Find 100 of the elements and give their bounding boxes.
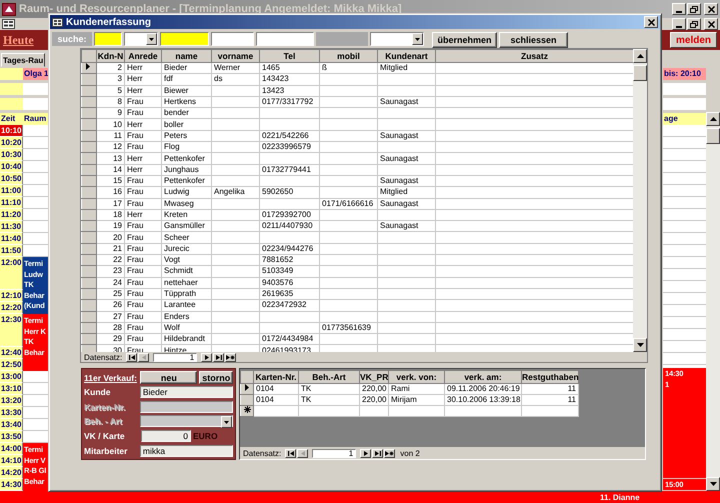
close-dialog-button[interactable]: schliessen xyxy=(499,32,568,48)
first-record-button[interactable] xyxy=(126,352,138,362)
restore-button[interactable] xyxy=(687,3,701,15)
new-record-button[interactable] xyxy=(225,352,236,362)
scroll-up-button[interactable] xyxy=(706,112,720,126)
table-cell: 01729392700 xyxy=(260,209,320,221)
minimize-button[interactable] xyxy=(672,18,686,30)
header-cell: bis: 20:10 xyxy=(663,68,706,80)
new-row-icon xyxy=(244,406,251,413)
close-button[interactable] xyxy=(704,18,718,30)
appointment-block[interactable]: 11. Dianne xyxy=(0,491,720,503)
header-cell xyxy=(0,83,23,95)
row-selector[interactable] xyxy=(82,62,96,74)
input-field[interactable] xyxy=(211,32,254,46)
last-record-button[interactable] xyxy=(213,352,224,362)
input-field[interactable]: 0 xyxy=(141,430,191,442)
close-icon xyxy=(648,18,654,26)
input-field[interactable]: mikka xyxy=(140,444,233,457)
record-number-field[interactable]: 1 xyxy=(153,352,198,362)
scrollbar-thumb[interactable] xyxy=(706,128,720,144)
input-field[interactable] xyxy=(160,32,209,46)
record-number-field[interactable]: 1 xyxy=(312,448,356,458)
table-cell xyxy=(320,277,378,288)
close-icon xyxy=(708,20,714,28)
table-cell: 02234/944276 xyxy=(260,243,320,255)
tab[interactable]: Tages-Rau xyxy=(1,53,46,67)
column-header[interactable]: Restguthaben xyxy=(522,370,578,384)
scrollbar[interactable] xyxy=(633,49,647,352)
input-field[interactable] xyxy=(256,32,314,46)
table-cell xyxy=(320,311,378,322)
table-cell: 0223472932 xyxy=(260,300,320,312)
next-record-button[interactable] xyxy=(201,352,212,362)
field-label: Karten-Nr. xyxy=(84,402,126,412)
scrollbar-thumb[interactable] xyxy=(633,65,647,81)
column-header[interactable]: vorname xyxy=(212,50,260,62)
table-cell xyxy=(260,198,320,210)
scroll-down-button[interactable] xyxy=(706,477,720,491)
next-record-button[interactable] xyxy=(360,448,372,458)
column-header[interactable]: Beh.-Art xyxy=(298,370,360,384)
apply-button[interactable]: übernehmen xyxy=(432,32,497,48)
column-header[interactable]: verk. von: xyxy=(388,370,444,384)
previous-record-button[interactable] xyxy=(297,448,308,458)
table-cell xyxy=(320,85,378,96)
last-record-icon xyxy=(374,450,381,456)
time-label: 12:10 xyxy=(0,290,23,302)
header-cell xyxy=(23,98,48,110)
previous-record-button[interactable] xyxy=(138,352,150,362)
column-header[interactable]: mobil xyxy=(320,50,378,62)
restore-button[interactable] xyxy=(687,18,701,30)
input-field[interactable] xyxy=(316,32,368,46)
time-label: 13:00 xyxy=(0,371,23,383)
row-selector[interactable] xyxy=(240,406,254,416)
column-header[interactable]: Tel xyxy=(260,50,320,62)
time-label: 14:00 xyxy=(0,443,23,455)
new-button[interactable]: neu xyxy=(140,371,198,384)
dropdown-button[interactable] xyxy=(412,33,423,45)
column-header[interactable]: name xyxy=(162,50,212,62)
new-record-button[interactable] xyxy=(384,448,396,458)
table-cell: 7881652 xyxy=(260,254,320,266)
last-record-button[interactable] xyxy=(372,448,384,458)
dropdown-arrow-icon xyxy=(149,38,154,40)
table-cell: Mitglied xyxy=(378,62,436,74)
first-record-icon xyxy=(288,450,294,456)
scrollbar[interactable] xyxy=(706,112,720,491)
table-cell xyxy=(320,334,378,345)
time-label: 11:40 xyxy=(0,233,23,245)
column-header[interactable]: VK_PR xyxy=(360,370,388,384)
sales-link[interactable]: 11er Verkauf: xyxy=(84,372,138,382)
column-header[interactable]: Kdn-N xyxy=(96,50,124,62)
header-cell: Raum xyxy=(23,113,48,125)
column-header[interactable]: Karten-Nr. xyxy=(254,370,298,384)
column-header[interactable]: verk. am: xyxy=(444,370,522,384)
record-count: von 2 xyxy=(400,448,420,458)
column-header[interactable]: Zusatz xyxy=(436,50,633,62)
table-cell: 09.11.2006 20:46:19 xyxy=(444,384,522,394)
first-record-button[interactable] xyxy=(285,448,296,458)
scroll-down-button[interactable] xyxy=(633,338,647,352)
close-button[interactable] xyxy=(644,16,658,28)
time-label: 13:30 xyxy=(0,407,23,419)
time-label: 14:10 xyxy=(0,455,23,467)
close-button[interactable] xyxy=(704,3,718,15)
dropdown-field[interactable] xyxy=(370,32,424,46)
scroll-up-button[interactable] xyxy=(633,49,647,63)
input-field[interactable]: Bieder xyxy=(140,386,233,398)
table-cell xyxy=(378,311,436,322)
column-header[interactable]: Anrede xyxy=(124,50,162,62)
dropdown-field[interactable] xyxy=(124,32,158,46)
header-cell xyxy=(23,83,48,95)
input-field[interactable] xyxy=(94,32,122,46)
next-record-icon xyxy=(204,354,210,360)
today-link[interactable]: Heute xyxy=(3,32,34,48)
dropdown-button[interactable] xyxy=(146,33,157,45)
column-header[interactable]: Kundenart xyxy=(378,50,436,62)
header-cell xyxy=(663,98,706,110)
cancel-button[interactable]: storno xyxy=(199,371,233,384)
table-cell xyxy=(260,232,320,244)
table-cell xyxy=(260,322,320,334)
minimize-button[interactable] xyxy=(672,3,686,15)
row-selector[interactable] xyxy=(240,384,254,394)
table-cell: 0172/4434984 xyxy=(260,334,320,345)
